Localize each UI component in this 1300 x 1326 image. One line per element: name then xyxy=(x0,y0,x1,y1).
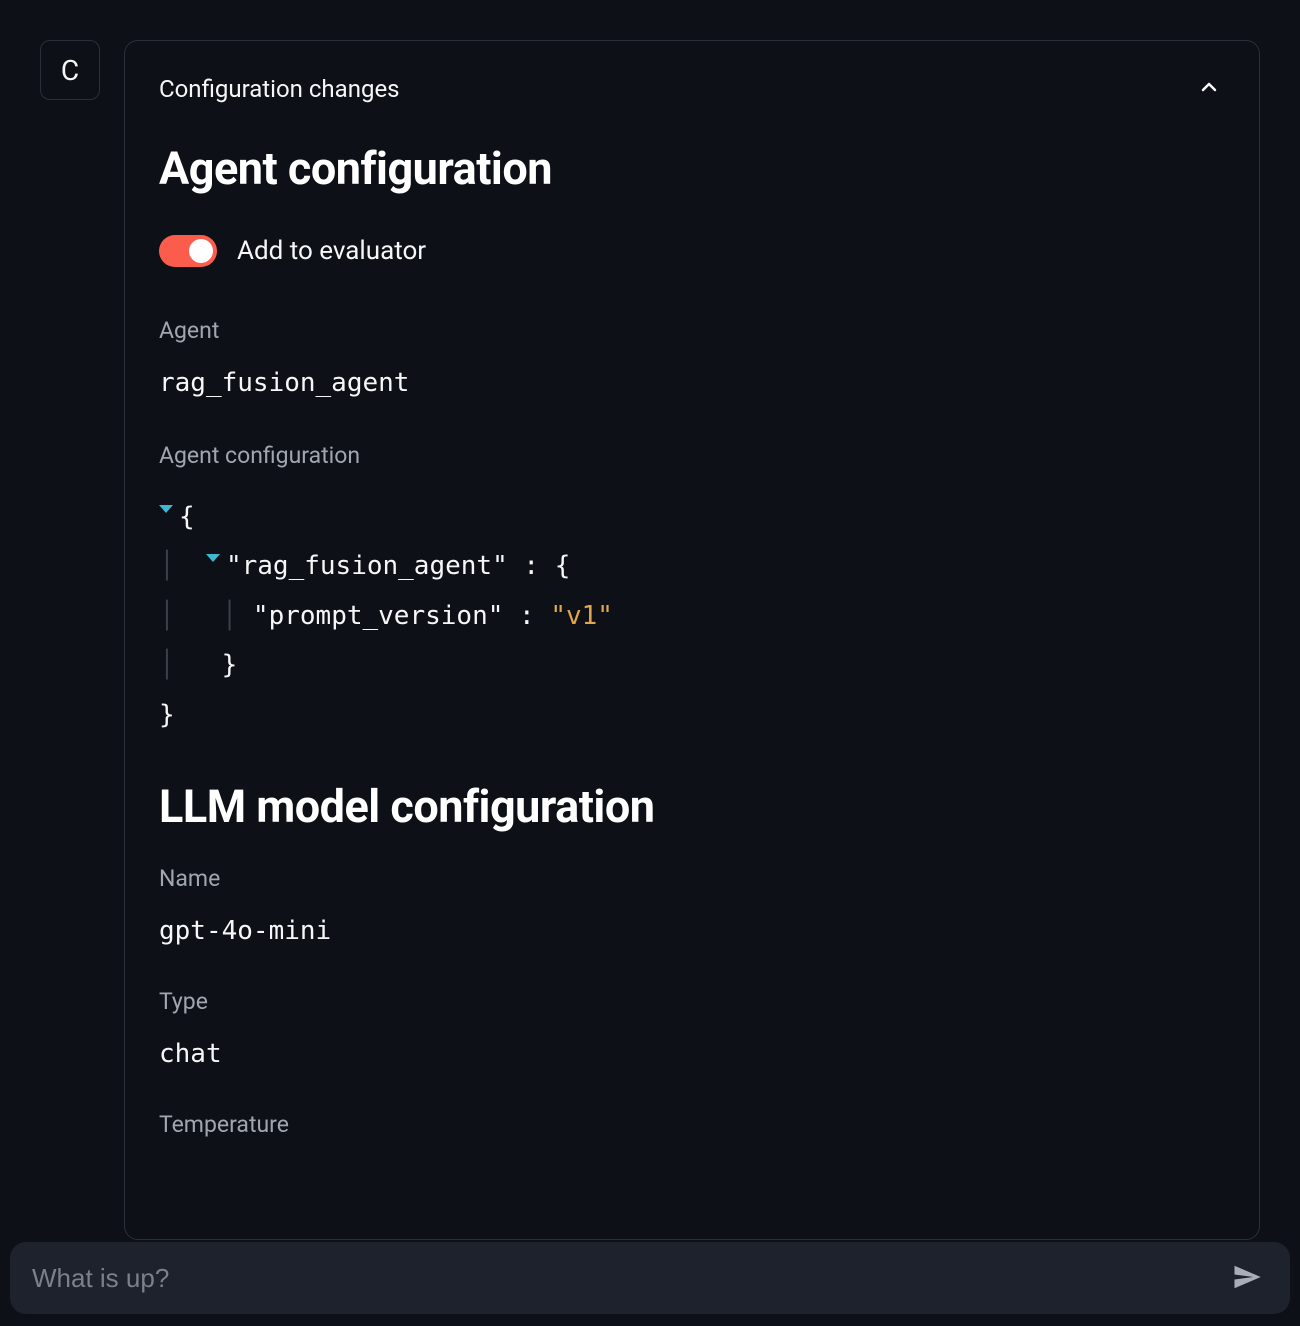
collapse-button[interactable] xyxy=(1193,71,1225,106)
llm-type-label: Type xyxy=(159,988,1225,1015)
llm-name-value: gpt-4o-mini xyxy=(159,916,1225,946)
llm-temperature-label: Temperature xyxy=(159,1111,1225,1138)
json-line: │ "rag_fusion_agent" : { xyxy=(159,542,1225,591)
json-string: "v1" xyxy=(550,601,613,631)
indent-guide: │ xyxy=(159,650,222,680)
send-button[interactable] xyxy=(1226,1256,1268,1301)
indent-guide: │ │ xyxy=(159,601,253,631)
add-to-evaluator-toggle[interactable] xyxy=(159,235,217,267)
json-brace: } xyxy=(159,700,175,730)
fold-icon[interactable] xyxy=(206,554,220,562)
agent-section-title: Agent configuration xyxy=(159,142,1225,195)
toggle-knob xyxy=(189,239,213,263)
fold-icon[interactable] xyxy=(159,505,173,513)
llm-name-label: Name xyxy=(159,865,1225,892)
chat-input-bar xyxy=(10,1242,1290,1314)
json-brace: } xyxy=(222,650,238,680)
evaluator-toggle-label: Add to evaluator xyxy=(237,236,426,266)
evaluator-toggle-row: Add to evaluator xyxy=(159,235,1225,267)
json-colon: : xyxy=(503,601,550,631)
page-root: C Configuration changes Agent configurat… xyxy=(0,0,1300,1326)
indent-guide: │ xyxy=(159,551,206,581)
json-line: { xyxy=(159,493,1225,542)
agent-field-label: Agent xyxy=(159,317,1225,344)
json-line: │ } xyxy=(159,641,1225,690)
agent-config-label: Agent configuration xyxy=(159,442,1225,469)
json-colon: : xyxy=(508,551,555,581)
send-icon xyxy=(1232,1280,1262,1295)
agent-config-json: { │ "rag_fusion_agent" : { │ │ "prompt_v… xyxy=(159,493,1225,740)
llm-type-value: chat xyxy=(159,1039,1225,1069)
json-brace: { xyxy=(179,502,195,532)
panel-header-title: Configuration changes xyxy=(159,75,400,103)
avatar: C xyxy=(40,40,100,100)
json-line: │ │ "prompt_version" : "v1" xyxy=(159,592,1225,641)
chat-input[interactable] xyxy=(32,1263,1226,1294)
agent-field-value: rag_fusion_agent xyxy=(159,368,1225,398)
json-brace: { xyxy=(555,551,571,581)
llm-section-title: LLM model configuration xyxy=(159,780,1225,833)
json-line: } xyxy=(159,691,1225,740)
json-key: "rag_fusion_agent" xyxy=(226,551,508,581)
chevron-up-icon xyxy=(1197,87,1221,102)
avatar-letter: C xyxy=(61,54,79,87)
panel-header: Configuration changes xyxy=(159,71,1225,106)
json-key: "prompt_version" xyxy=(253,601,503,631)
config-panel: Configuration changes Agent configuratio… xyxy=(124,40,1260,1240)
